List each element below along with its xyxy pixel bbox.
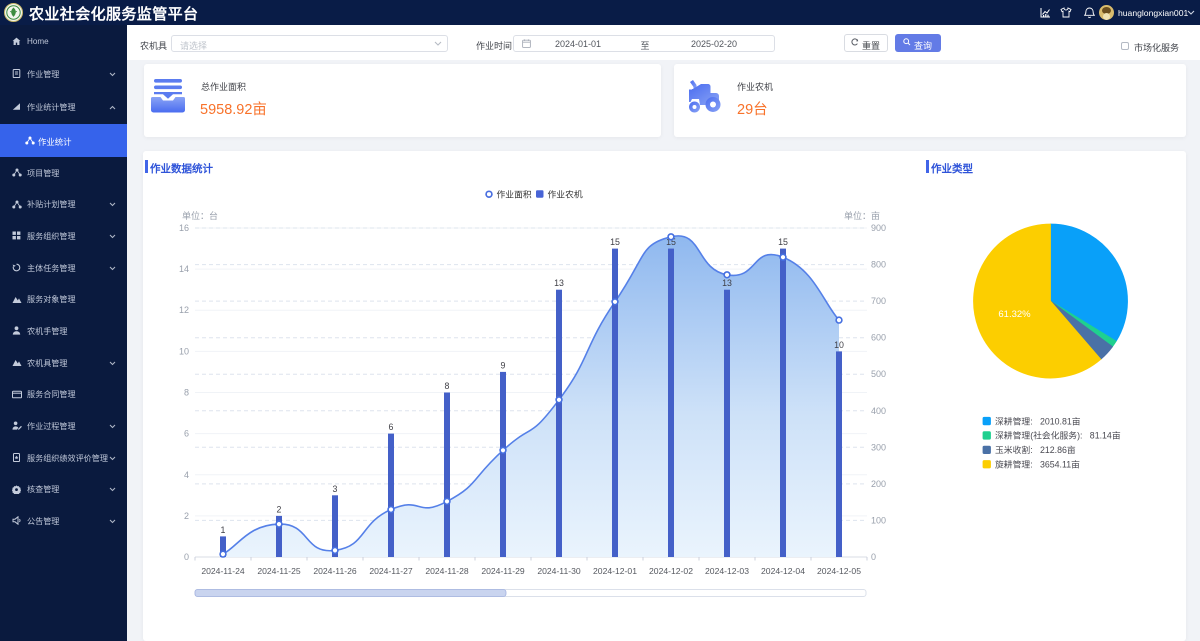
svg-text:2024-11-30: 2024-11-30	[537, 566, 581, 576]
svg-text:2024-11-27: 2024-11-27	[369, 566, 413, 576]
svg-text:1: 1	[221, 525, 226, 535]
svg-text:800: 800	[871, 260, 886, 270]
svg-text:旋耕管理: 3654.11亩: 旋耕管理: 3654.11亩	[995, 459, 1080, 470]
svg-text:13: 13	[554, 278, 564, 288]
svg-text:14: 14	[179, 264, 189, 274]
svg-text:12: 12	[179, 305, 189, 315]
svg-text:100: 100	[871, 515, 886, 525]
svg-text:300: 300	[871, 442, 886, 452]
svg-text:单位：台: 单位：台	[182, 210, 218, 221]
svg-text:900: 900	[871, 223, 886, 233]
svg-text:15: 15	[610, 237, 620, 247]
svg-text:8: 8	[445, 381, 450, 391]
svg-text:2024-12-03: 2024-12-03	[705, 566, 749, 576]
svg-text:2024-11-24: 2024-11-24	[201, 566, 245, 576]
svg-text:10: 10	[834, 340, 844, 350]
svg-text:10: 10	[179, 346, 189, 356]
svg-text:500: 500	[871, 369, 886, 379]
svg-text:200: 200	[871, 479, 886, 489]
svg-text:单位：亩: 单位：亩	[844, 210, 880, 221]
svg-text:作业农机: 作业农机	[548, 188, 583, 199]
svg-text:4: 4	[184, 470, 189, 480]
svg-text:6: 6	[389, 422, 394, 432]
svg-text:2024-12-01: 2024-12-01	[593, 566, 637, 576]
svg-text:600: 600	[871, 333, 886, 343]
svg-text:8: 8	[184, 388, 189, 398]
svg-text:2024-11-29: 2024-11-29	[481, 566, 525, 576]
svg-text:6: 6	[184, 429, 189, 439]
svg-text:作业面积: 作业面积	[497, 188, 532, 199]
svg-text:61.32%: 61.32%	[998, 309, 1031, 320]
svg-text:2024-12-02: 2024-12-02	[649, 566, 693, 576]
svg-text:玉米收割: 212.86亩: 玉米收割: 212.86亩	[995, 444, 1076, 455]
svg-text:2024-12-04: 2024-12-04	[761, 566, 805, 576]
svg-text:400: 400	[871, 406, 886, 416]
svg-text:2: 2	[277, 504, 282, 514]
svg-text:2024-12-05: 2024-12-05	[817, 566, 861, 576]
svg-text:2024-11-26: 2024-11-26	[313, 566, 357, 576]
svg-text:15: 15	[778, 237, 788, 247]
svg-text:2024-11-28: 2024-11-28	[425, 566, 469, 576]
svg-text:0: 0	[871, 552, 876, 562]
svg-text:2: 2	[184, 511, 189, 521]
svg-text:深耕管理: 2010.81亩: 深耕管理: 2010.81亩	[995, 415, 1081, 426]
svg-text:0: 0	[184, 552, 189, 562]
svg-text:深耕管理(社会化服务): 81.14亩: 深耕管理(社会化服务): 81.14亩	[995, 430, 1121, 441]
svg-text:700: 700	[871, 296, 886, 306]
svg-text:2024-11-25: 2024-11-25	[257, 566, 301, 576]
svg-text:9: 9	[501, 360, 506, 370]
svg-text:16: 16	[179, 223, 189, 233]
svg-text:3: 3	[333, 484, 338, 494]
svg-text:13: 13	[722, 278, 732, 288]
